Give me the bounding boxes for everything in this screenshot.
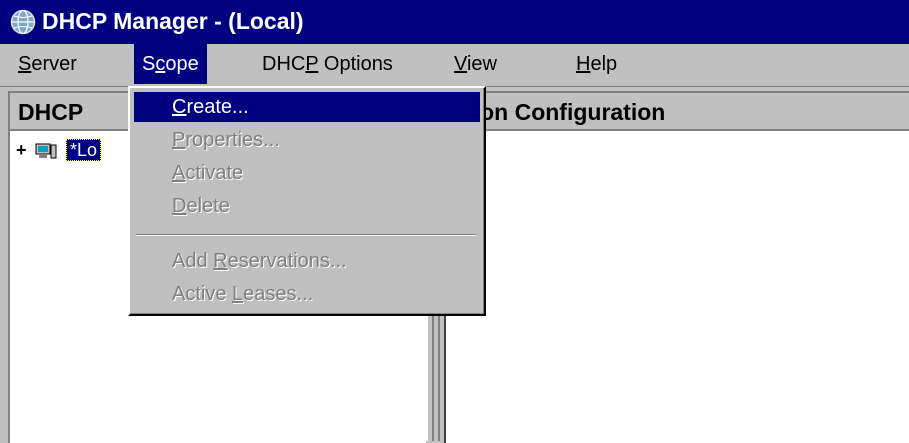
menu-scope-text-pre: S bbox=[142, 53, 156, 75]
menu-item-activate[interactable]: Activate bbox=[134, 158, 480, 188]
menu-item-active-leases-text-pre: Active bbox=[172, 283, 233, 305]
menu-item-active-leases-accelerator: L bbox=[232, 283, 244, 305]
menu-server-text-post: erver bbox=[31, 53, 77, 75]
menu-item-create-text-post: reate... bbox=[186, 96, 249, 118]
menu-item-activate-accelerator: A bbox=[172, 162, 186, 184]
scope-menu-dropdown: Create... Properties... Activate Delete … bbox=[128, 86, 486, 316]
menu-bar: Server Scope DHCP Options View Help bbox=[0, 44, 909, 87]
menu-item-add-reservations-text-post: eservations... bbox=[227, 250, 347, 272]
menu-item-properties-accelerator: P bbox=[172, 129, 186, 151]
menu-help[interactable]: Help bbox=[568, 44, 625, 84]
window-title: DHCP Manager - (Local) bbox=[42, 8, 304, 34]
menu-scope[interactable]: Scope bbox=[134, 44, 207, 84]
menu-help-accelerator: H bbox=[576, 53, 591, 75]
tree-item-label: *Lo bbox=[66, 139, 102, 161]
menu-item-delete-text-post: elete bbox=[186, 195, 230, 217]
tree-item-local-server[interactable]: + *Lo bbox=[16, 139, 102, 161]
menu-item-active-leases[interactable]: Active Leases... bbox=[134, 279, 480, 309]
menu-item-add-reservations-accelerator: R bbox=[213, 250, 228, 272]
menu-server-accelerator: S bbox=[18, 53, 32, 75]
server-computer-icon bbox=[35, 143, 57, 159]
menu-view[interactable]: View bbox=[446, 44, 505, 84]
menu-scope-text-post: ope bbox=[165, 53, 199, 75]
menu-item-add-reservations[interactable]: Add Reservations... bbox=[134, 246, 480, 276]
menu-separator bbox=[136, 234, 476, 236]
menu-item-create[interactable]: Create... bbox=[134, 92, 480, 122]
menu-item-activate-text-post: ctivate bbox=[185, 162, 244, 184]
menu-help-text-post: elp bbox=[590, 53, 618, 75]
menu-item-delete-accelerator: D bbox=[172, 195, 187, 217]
menu-server[interactable]: Server bbox=[10, 44, 85, 84]
menu-item-properties[interactable]: Properties... bbox=[134, 125, 480, 155]
menu-view-accelerator: V bbox=[454, 53, 467, 75]
menu-item-delete[interactable]: Delete bbox=[134, 191, 480, 221]
title-bar: DHCP Manager - (Local) bbox=[0, 0, 909, 44]
menu-scope-accelerator: c bbox=[155, 53, 166, 75]
menu-item-create-accelerator: C bbox=[172, 96, 187, 118]
menu-item-active-leases-text-post: eases... bbox=[243, 283, 314, 305]
menu-dhcp-options[interactable]: DHCP Options bbox=[254, 44, 401, 84]
menu-dhcp-options-accelerator: P bbox=[305, 53, 319, 75]
option-configuration-header: ption Configuration bbox=[446, 93, 909, 131]
menu-view-text-post: iew bbox=[466, 53, 497, 75]
menu-item-add-reservations-text-pre: Add bbox=[172, 250, 214, 272]
menu-item-properties-text-post: roperties... bbox=[185, 129, 280, 151]
option-configuration-pane[interactable]: ption Configuration bbox=[444, 91, 909, 443]
menu-dhcp-options-text-pre: DHC bbox=[262, 53, 306, 75]
network-globe-icon bbox=[10, 9, 36, 35]
menu-dhcp-options-text-post: Options bbox=[318, 53, 393, 75]
expand-icon[interactable]: + bbox=[16, 139, 30, 161]
